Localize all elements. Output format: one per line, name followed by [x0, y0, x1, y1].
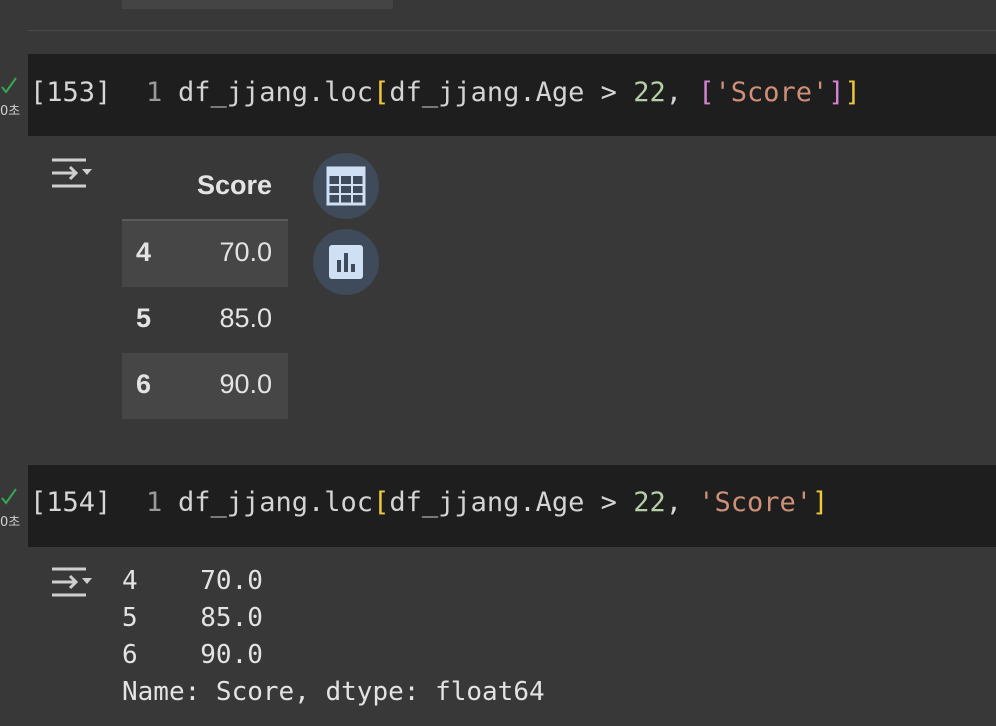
code-token-string: 'Score' — [698, 487, 813, 518]
table-icon — [326, 166, 366, 206]
execution-time: 0초 — [0, 104, 21, 119]
code-token: df_jjang.loc — [178, 487, 374, 518]
check-icon — [1, 77, 17, 94]
code-token: df_jjang.Age > — [389, 487, 634, 518]
output-toggle-icon[interactable] — [48, 564, 96, 604]
table-row: 6 90.0 — [122, 353, 288, 419]
cell-value: 85.0 — [219, 303, 272, 333]
code-token: [ — [373, 487, 390, 518]
suggest-chart-button[interactable] — [313, 229, 379, 295]
cell-separator — [28, 30, 996, 31]
line-number: 1 — [146, 487, 163, 518]
table-row: 5 85.0 — [122, 287, 288, 353]
series-line: 6 90.0 — [122, 640, 263, 670]
code-token-string: 'Score' — [714, 77, 829, 108]
code-token: df_jjang.loc — [178, 77, 374, 108]
row-index: 4 — [136, 237, 152, 267]
cell-value: 90.0 — [219, 369, 272, 399]
table-row: 4 70.0 — [122, 221, 288, 287]
code-token: [ — [373, 77, 390, 108]
row-index: 5 — [136, 303, 152, 333]
convert-to-table-button[interactable] — [313, 153, 379, 219]
table-header: Score — [122, 160, 288, 221]
code-token-list: [ — [698, 77, 715, 108]
series-line: 4 70.0 — [122, 566, 263, 596]
code-token: , — [665, 77, 699, 108]
code-token: df_jjang.Age > — [389, 77, 634, 108]
series-output: 4 70.0 5 85.0 6 90.0 Name: Score, dtype: fl… — [122, 563, 545, 711]
execution-count: [154] — [30, 487, 112, 518]
code-token: , — [665, 487, 699, 518]
code-token: ] — [812, 487, 829, 518]
code-token: 22 — [633, 487, 666, 518]
previous-table-remnant — [122, 0, 393, 9]
series-line: 5 85.0 — [122, 603, 263, 633]
code-token: ] — [844, 77, 861, 108]
column-header: Score — [196, 170, 272, 200]
code-line[interactable]: df_jjang.loc[df_jjang.Age > 22, 'Score'] — [178, 487, 828, 518]
check-icon — [1, 488, 17, 505]
execution-time: 0초 — [0, 515, 21, 530]
code-line[interactable]: df_jjang.loc[df_jjang.Age > 22, ['Score'… — [178, 77, 861, 108]
line-number: 1 — [146, 77, 163, 108]
code-token: 22 — [633, 77, 666, 108]
code-token-list: ] — [828, 77, 845, 108]
row-index: 6 — [136, 369, 152, 399]
series-meta: Name: Score, dtype: float64 — [122, 677, 545, 707]
execution-count: [153] — [30, 77, 112, 108]
output-toggle-icon[interactable] — [48, 155, 96, 195]
bar-chart-icon — [329, 245, 363, 279]
cell-value: 70.0 — [219, 237, 272, 267]
